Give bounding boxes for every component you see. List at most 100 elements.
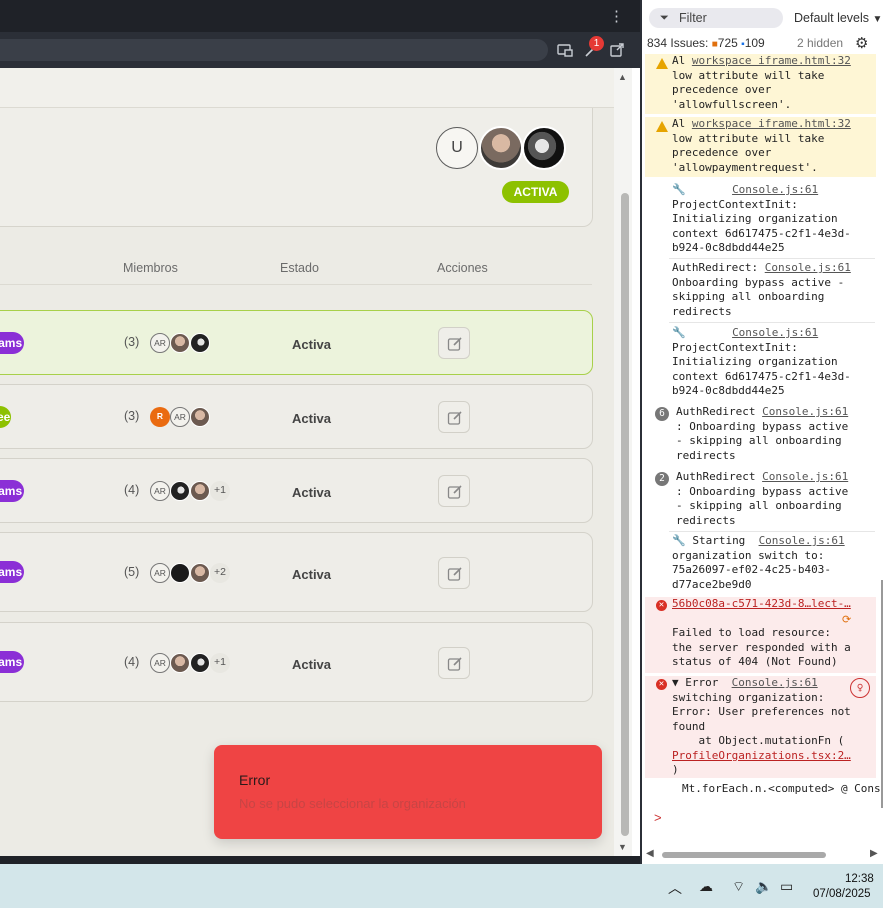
log-levels-dropdown[interactable]: Default levels ▼ (794, 11, 882, 25)
avatar (170, 481, 190, 501)
source-link[interactable]: Console.js:61 (765, 261, 851, 274)
console-message[interactable]: 🔧 Console.js:61 ProjectContextInit: Initi… (645, 326, 876, 400)
status-badge: ACTIVA (502, 181, 569, 203)
browser-toolbar (0, 32, 640, 68)
edit-icon (447, 337, 462, 351)
scroll-left-icon[interactable]: ◀ (646, 848, 654, 859)
source-link[interactable]: Console.js:61 (732, 676, 818, 689)
error-toast[interactable]: Error No se pudo seleccionar la organiza… (214, 745, 602, 839)
log-tail: ) (672, 763, 679, 776)
log-text: low attribute will take precedence over … (672, 68, 825, 111)
plan-badge: Teams (0, 561, 24, 583)
plan-badge: Teams (0, 480, 24, 502)
plan-badge: Teams (0, 332, 24, 354)
browser-titlebar: ⋮ (0, 0, 640, 32)
filter-icon: ⏷ (660, 12, 669, 24)
console-message[interactable]: 🔧 Starting Console.js:61 organization swi… (645, 534, 876, 594)
console-message[interactable]: 🔧 Console.js:61 ProjectContextInit: Initi… (645, 183, 876, 257)
source-link[interactable]: Console.js:61 (762, 470, 848, 483)
address-bar[interactable] (0, 39, 548, 61)
issues-bar[interactable]: 834 Issues: ■725 ▪109 2 hidden ⚙ (647, 34, 883, 54)
source-link[interactable]: workspace iframe.html:32 (692, 54, 851, 67)
source-link[interactable]: Console.js:61 (732, 326, 818, 339)
source-link[interactable]: Console.js:61 (762, 405, 848, 418)
wifi-icon[interactable]: ⌔ (732, 878, 745, 896)
horizontal-scrollbar-thumb[interactable] (662, 852, 826, 858)
toast-title: Error (239, 772, 271, 788)
row-status: Activa (292, 657, 332, 672)
avatar: AR (170, 407, 190, 427)
scroll-up-icon[interactable]: ▲ (618, 72, 627, 82)
edit-button[interactable] (438, 557, 470, 589)
console-scrollbar[interactable] (879, 60, 883, 824)
edit-button[interactable] (438, 647, 470, 679)
scroll-down-icon[interactable]: ▼ (618, 842, 627, 852)
header-divider (0, 284, 592, 285)
source-link[interactable]: Console.js:61 (759, 534, 845, 547)
open-external-icon[interactable] (608, 41, 626, 59)
source-link[interactable]: Console.js:61 (732, 183, 818, 196)
battery-icon[interactable]: ▭ (780, 878, 793, 895)
log-prefix: AuthRedirect (676, 405, 756, 418)
avatar (190, 481, 210, 501)
page-scrollbar[interactable]: ▲ ▼ (614, 68, 632, 856)
table-row[interactable]: Teams (4) AR +1 Activa (0, 458, 593, 523)
chevron-down-icon: ▼ (872, 14, 883, 25)
console-message[interactable]: ✕ 56b0c08a-c571-423d-8…lect-… ⟳ Failed to … (645, 597, 876, 673)
clock-time[interactable]: 12:38 (845, 873, 874, 885)
gear-icon[interactable]: ⚙ (855, 34, 868, 52)
taskbar: ︿ ☁ ⌔ 🔈 ▭ 12:38 07/08/2025 (0, 864, 883, 908)
insights-lightbulb-icon[interactable]: ♀ (850, 678, 870, 698)
log-text: switching organization: Error: User pref… (672, 690, 851, 748)
log-text: ProjectContextInit: Initializing organiz… (672, 340, 851, 398)
console-message[interactable]: Al workspace iframe.html:32 low attribute… (645, 117, 876, 177)
avatar[interactable] (479, 126, 523, 170)
edit-button[interactable] (438, 475, 470, 507)
console-filter-input[interactable]: ⏷ Filter (649, 8, 783, 28)
console-message[interactable]: ✕ ▼ Error Console.js:61 switching organiz… (645, 676, 876, 778)
volume-icon[interactable]: 🔈 (755, 878, 772, 895)
console-message[interactable]: AuthRedirect: Console.js:61 Onboarding by… (645, 261, 876, 321)
console-message[interactable]: 2 AuthRedirect Console.js:61: Onboarding… (645, 470, 876, 530)
log-text: ProjectContextInit: Initializing organiz… (672, 197, 851, 255)
edit-button[interactable] (438, 401, 470, 433)
trace-text: Mt.forEach.n.<computed> @ Conso (682, 782, 883, 795)
console-prompt-icon[interactable]: > (654, 810, 662, 825)
scroll-right-icon[interactable]: ▶ (870, 848, 878, 859)
source-link[interactable]: 56b0c08a-c571-423d-8…lect-… (672, 597, 851, 610)
scrollbar-thumb[interactable] (621, 193, 629, 836)
row-status: Activa (292, 411, 332, 426)
cast-icon[interactable] (556, 41, 574, 59)
console-horizontal-scrollbar[interactable]: ◀ ▶ (646, 848, 882, 862)
stack-link[interactable]: ProfileOrganizations.tsx:2… (672, 749, 851, 762)
devtools-console: ⏷ Filter Default levels ▼ 834 Issues: ■7… (640, 0, 883, 864)
table-row[interactable]: Teams (5) AR +2 Activa (0, 532, 593, 612)
message-divider (669, 258, 875, 259)
log-levels-label: Default levels (794, 11, 870, 25)
avatar: AR (150, 333, 170, 353)
repeat-count-badge: 2 (655, 472, 669, 486)
avatar[interactable] (522, 126, 566, 170)
column-header-actions: Acciones (437, 261, 488, 275)
member-count: (4) (124, 483, 140, 497)
avatar (190, 407, 210, 427)
table-row[interactable]: Free (3) R AR Activa (0, 384, 593, 449)
cloud-icon[interactable]: ☁ (699, 878, 713, 895)
log-prefix: AuthRedirect: (672, 261, 759, 274)
edit-button[interactable] (438, 327, 470, 359)
more-options-icon[interactable]: ⋮ (609, 7, 624, 25)
console-message[interactable]: Al workspace iframe.html:32 low attribute… (645, 54, 876, 114)
table-row[interactable]: Teams (3) AR Activa (0, 310, 593, 375)
chevron-up-icon[interactable]: ︿ (668, 878, 682, 898)
log-prefix: AuthRedirect (676, 470, 756, 483)
row-status: Activa (292, 337, 332, 352)
console-message[interactable]: 6 AuthRedirect Console.js:61: Onboarding… (645, 405, 876, 465)
table-row[interactable]: Teams (4) AR +1 Activa (0, 622, 593, 702)
source-link[interactable]: workspace iframe.html:32 (692, 117, 851, 130)
member-count: (5) (124, 565, 140, 579)
clock-date[interactable]: 07/08/2025 (813, 888, 871, 900)
avatar: AR (150, 563, 170, 583)
warning-icon (656, 121, 668, 132)
avatar[interactable]: U (436, 127, 478, 169)
filter-placeholder: Filter (679, 11, 707, 25)
